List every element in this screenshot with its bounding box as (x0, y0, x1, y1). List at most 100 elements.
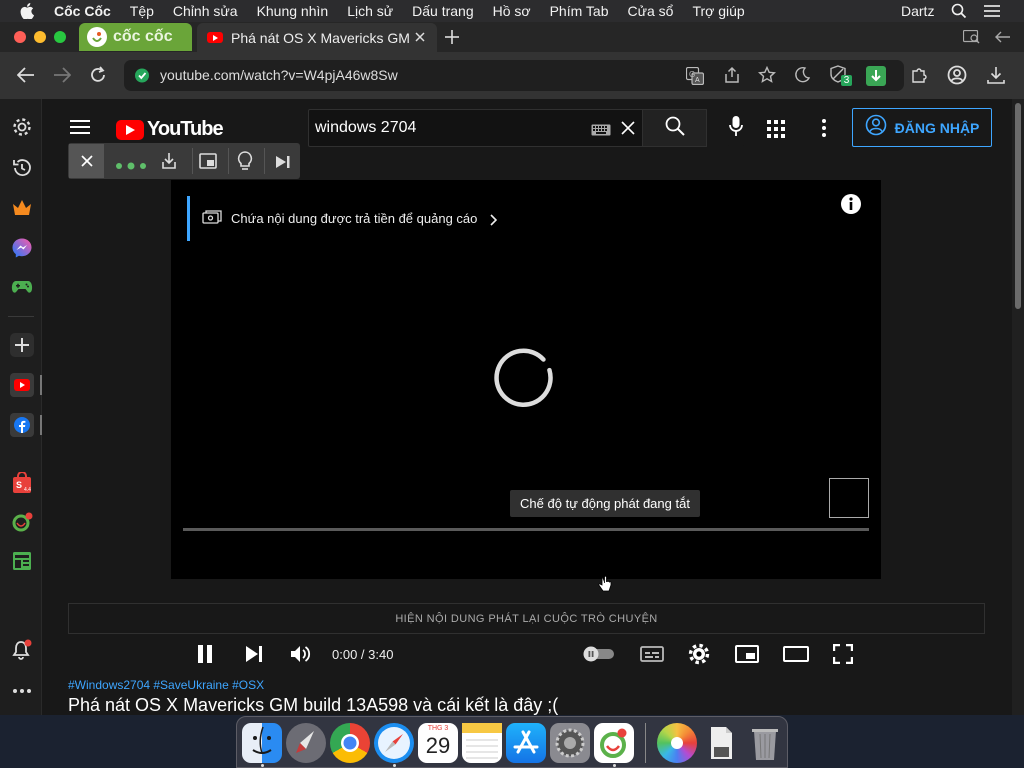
back-arrow-tab-icon[interactable] (995, 30, 1011, 49)
sidebar-facebook-icon[interactable] (10, 413, 34, 437)
tab-label: cốc cốc (113, 28, 173, 45)
menu-help[interactable]: Trợ giúp (692, 3, 744, 19)
menu-user-name[interactable]: Dartz (901, 3, 934, 19)
scrollbar-thumb[interactable] (1015, 103, 1021, 309)
reload-icon[interactable] (89, 66, 107, 89)
search-button[interactable] (643, 109, 707, 147)
menu-edit[interactable]: Chỉnh sửa (173, 3, 238, 19)
autoplay-toggle[interactable] (582, 640, 616, 668)
theater-mode-icon[interactable] (783, 640, 809, 668)
tab-youtube-video[interactable]: Phá nát OS X Mavericks GM (197, 23, 437, 52)
tab-coccoc-home[interactable]: cốc cốc (79, 23, 192, 51)
downloads-icon[interactable] (986, 65, 1006, 90)
menu-app-name[interactable]: Cốc Cốc (54, 3, 111, 19)
extensions-puzzle-icon[interactable] (910, 66, 928, 89)
fullscreen-icon[interactable] (833, 640, 853, 668)
time-display: 0:00 / 3:40 (332, 646, 394, 662)
info-icon[interactable] (841, 194, 861, 219)
coccoc-rewards-icon[interactable] (10, 510, 34, 534)
address-bar[interactable]: youtube.com/watch?v=W4pjA46w8Sw GA 3 (124, 60, 904, 91)
search-input[interactable]: windows 2704 (315, 119, 416, 137)
url-text[interactable]: youtube.com/watch?v=W4pjA46w8Sw (160, 67, 398, 83)
video-hashtags[interactable]: #Windows2704 #SaveUkraine #OSX (68, 678, 264, 692)
translate-icon[interactable]: GA (685, 66, 705, 90)
tab-search-icon[interactable] (962, 29, 981, 49)
picture-in-picture-icon[interactable] (199, 153, 217, 174)
back-icon[interactable] (16, 67, 35, 88)
next-video-icon[interactable] (245, 640, 263, 668)
spotlight-search-icon[interactable] (951, 3, 967, 22)
youtube-page: YouTube windows 2704 ĐĂNG NHẬP Chứa nội … (42, 99, 1012, 715)
bookmark-star-icon[interactable] (757, 65, 777, 89)
sign-in-button[interactable]: ĐĂNG NHẬP (852, 108, 992, 147)
notes-icon[interactable] (462, 723, 502, 763)
tab-close-icon[interactable] (415, 29, 425, 47)
notifications-bell-icon[interactable] (10, 638, 34, 662)
history-icon[interactable] (10, 156, 34, 180)
app-store-icon[interactable] (506, 723, 546, 763)
messenger-icon[interactable] (10, 236, 34, 260)
window-close-button[interactable] (14, 31, 26, 43)
lightbulb-icon[interactable] (237, 151, 253, 176)
document-icon[interactable] (701, 723, 741, 763)
paid-promotion-notice[interactable]: Chứa nội dung được trả tiền để quảng cáo (231, 211, 477, 226)
shopping-bag-icon[interactable]: S 4.4 (10, 471, 34, 495)
window-zoom-button[interactable] (54, 31, 66, 43)
new-tab-plus-icon[interactable] (445, 30, 459, 49)
pause-icon[interactable] (196, 640, 214, 668)
coccoc-browser-icon[interactable] (594, 723, 634, 763)
finder-icon[interactable] (242, 723, 282, 763)
calendar-month: THG 3 (427, 725, 449, 732)
menu-tab[interactable]: Phím Tab (550, 3, 609, 19)
page-scrollbar[interactable] (1012, 99, 1024, 715)
close-toolbar-icon[interactable] (69, 144, 104, 178)
youtube-logo[interactable]: YouTube (116, 118, 224, 141)
chrome-icon[interactable] (330, 723, 370, 763)
subtitles-icon[interactable] (640, 640, 664, 668)
miniplayer-icon[interactable] (735, 640, 759, 668)
volume-icon[interactable] (290, 640, 312, 668)
menu-file[interactable]: Tệp (130, 3, 154, 19)
more-options-icon[interactable] (10, 679, 34, 703)
launchpad-icon[interactable] (286, 723, 326, 763)
gamepad-icon[interactable] (10, 275, 34, 299)
menu-bookmarks[interactable]: Dấu trang (412, 3, 473, 19)
keyboard-icon[interactable] (591, 123, 611, 141)
download-video-icon[interactable] (866, 66, 886, 86)
menu-view[interactable]: Khung nhìn (257, 3, 329, 19)
menu-window[interactable]: Cửa sổ (627, 3, 673, 19)
safari-icon[interactable] (374, 723, 414, 763)
profile-icon[interactable] (947, 65, 967, 90)
dark-mode-moon-icon[interactable] (793, 66, 811, 89)
search-box[interactable]: windows 2704 (308, 109, 643, 147)
calendar-icon[interactable]: THG 3 29 (418, 723, 458, 763)
voice-search-button[interactable] (717, 109, 755, 147)
settings-gear-icon[interactable] (10, 115, 34, 139)
hamburger-menu-icon[interactable] (70, 119, 90, 140)
skip-next-icon[interactable] (275, 155, 291, 174)
video-player[interactable]: Chứa nội dung được trả tiền để quảng cáo… (171, 180, 881, 579)
photos-icon[interactable] (657, 723, 697, 763)
apple-icon[interactable] (20, 3, 34, 19)
menu-history[interactable]: Lịch sử (347, 3, 393, 19)
chevron-right-icon[interactable] (489, 213, 498, 231)
settings-cog-icon[interactable] (688, 640, 710, 668)
trash-icon[interactable] (745, 723, 785, 763)
settings-more-icon[interactable] (822, 119, 826, 142)
download-to-device-icon[interactable] (160, 152, 178, 175)
clear-search-icon[interactable] (621, 121, 635, 140)
sidebar-youtube-icon[interactable] (10, 373, 34, 397)
crown-icon[interactable] (10, 196, 34, 220)
show-chat-replay-button[interactable]: HIỆN NỘI DUNG PHÁT LẠI CUỘC TRÒ CHUYỆN (68, 603, 985, 634)
system-preferences-icon[interactable] (550, 723, 590, 763)
forward-icon[interactable] (53, 67, 72, 88)
control-center-icon[interactable] (983, 4, 1001, 21)
share-icon[interactable] (723, 66, 741, 89)
window-minimize-button[interactable] (34, 31, 46, 43)
menu-profiles[interactable]: Hồ sơ (493, 3, 531, 19)
progress-bar[interactable] (183, 528, 869, 531)
add-sidebar-app-icon[interactable] (10, 333, 34, 357)
apps-grid-icon[interactable] (767, 120, 785, 143)
end-screen-thumbnail[interactable] (829, 478, 869, 518)
news-reader-icon[interactable] (10, 549, 34, 573)
